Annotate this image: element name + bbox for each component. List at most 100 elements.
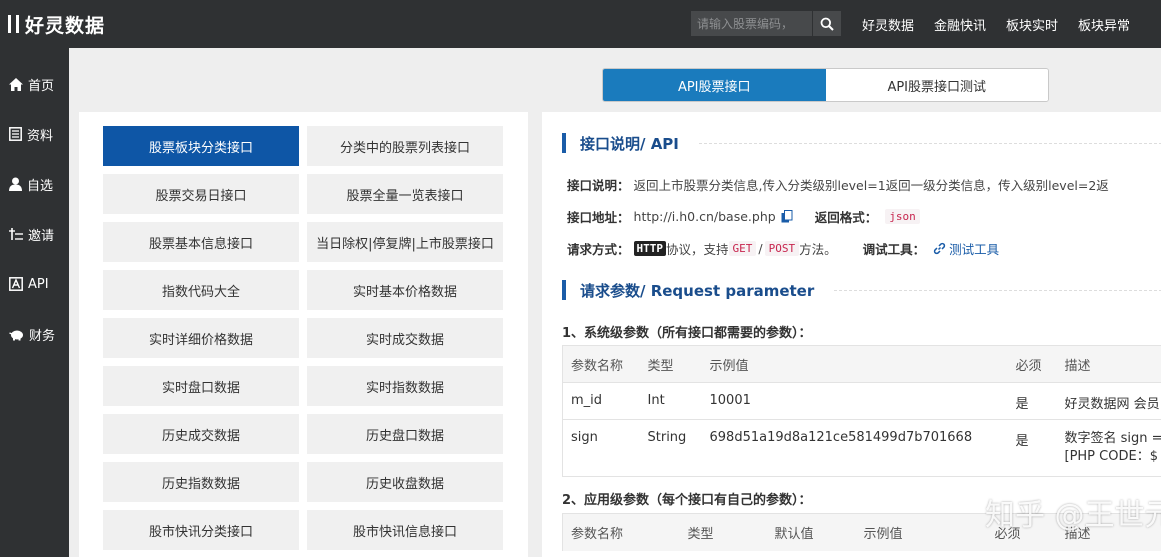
section-marker [562, 133, 566, 153]
debug-tool-link[interactable]: 测试工具 [949, 239, 999, 258]
copy-icon[interactable] [781, 210, 793, 223]
table-row: m_id Int 10001 是 好灵数据网 会员 [562, 382, 1161, 420]
api-item-full-list[interactable]: 股票全量一览表接口 [307, 174, 503, 214]
api-item-realtime-orderbook[interactable]: 实时盘口数据 [103, 366, 299, 406]
api-item-realtime-detail-price[interactable]: 实时详细价格数据 [103, 318, 299, 358]
logo-mark [8, 15, 19, 33]
api-item-category-stocks[interactable]: 分类中的股票列表接口 [307, 126, 503, 166]
addr-label: 接口地址： [567, 210, 630, 225]
api-item-sector-category[interactable]: 股票板块分类接口 [103, 126, 299, 166]
api-item-history-deals[interactable]: 历史成交数据 [103, 414, 299, 454]
param-example: 10001 [701, 382, 1008, 420]
search-input[interactable] [691, 11, 812, 36]
api-item-realtime-index[interactable]: 实时指数数据 [307, 366, 503, 406]
tab-api-stock[interactable]: API股票接口 [603, 69, 826, 101]
system-params-title: 1、系统级参数（所有接口都需要的参数）： [562, 326, 812, 341]
logo-text: 好灵数据 [25, 14, 106, 37]
app-params-title: 2、应用级参数（每个接口有自己的参数）： [562, 493, 812, 508]
document-icon [9, 127, 22, 141]
api-list-panel: 股票板块分类接口 分类中的股票列表接口 股票交易日接口 股票全量一览表接口 股票… [79, 112, 528, 557]
api-item-exrights-suspension[interactable]: 当日除权|停复牌|上市股票接口 [307, 222, 503, 262]
sidebar-item-label: 自选 [27, 178, 54, 194]
sidebar-item-finance[interactable]: 财务 [0, 309, 69, 359]
sidebar: 首页 资料 自选 邀请 API 财务 [0, 48, 69, 557]
api-item-news-category[interactable]: 股市快讯分类接口 [103, 510, 299, 550]
table-row: sign String 698d51a19d8a121ce581499d7b70… [562, 419, 1161, 477]
col-required: 必须 [1007, 345, 1057, 383]
section-title: 接口说明/ API [580, 134, 679, 153]
sidebar-item-label: 首页 [28, 78, 55, 94]
nav-haoling-data[interactable]: 好灵数据 [862, 15, 914, 34]
col-param-name: 参数名称 [562, 513, 680, 551]
sidebar-item-label: API [28, 276, 49, 292]
param-desc-line1: 数字签名 sign = [1064, 431, 1161, 446]
format-label: 返回格式： [814, 210, 878, 225]
request-method-row: 请求方式： HTTP 协议，支持 GET / POST 方法。 调试工具： 测试… [567, 239, 999, 258]
top-bar: 好灵数据 好灵数据 金融快讯 板块实时 板块异常 [0, 0, 1161, 48]
top-nav: 好灵数据 金融快讯 板块实时 板块异常 [852, 0, 1140, 48]
api-item-basic-info[interactable]: 股票基本信息接口 [103, 222, 299, 262]
sidebar-item-home[interactable]: 首页 [0, 59, 69, 109]
col-description: 描述 [1056, 345, 1161, 383]
api-item-realtime-basic-price[interactable]: 实时基本价格数据 [307, 270, 503, 310]
col-param-name: 参数名称 [562, 345, 640, 383]
system-params-table: 参数名称 类型 示例值 必须 描述 m_id Int 10001 是 好灵数据网… [562, 345, 1161, 477]
col-example: 示例值 [701, 345, 1008, 383]
sidebar-item-label: 邀请 [28, 228, 55, 244]
api-description-row: 接口说明： 返回上市股票分类信息,传入分类级别level=1返回一级分类信息，传… [567, 175, 1109, 194]
invite-icon [9, 228, 23, 240]
logo[interactable]: 好灵数据 [8, 10, 105, 38]
table-header-row: 参数名称 类型 示例值 必须 描述 [562, 345, 1161, 383]
api-item-history-close[interactable]: 历史收盘数据 [307, 462, 503, 502]
api-item-history-orderbook[interactable]: 历史盘口数据 [307, 414, 503, 454]
search-icon [820, 17, 834, 31]
api-item-history-index[interactable]: 历史指数数据 [103, 462, 299, 502]
search-button[interactable] [812, 11, 841, 36]
col-type: 类型 [679, 513, 767, 551]
param-example: 698d51a19d8a121ce581499d7b701668 [701, 419, 1008, 477]
api-list: 股票板块分类接口 分类中的股票列表接口 股票交易日接口 股票全量一览表接口 股票… [103, 126, 503, 550]
param-desc: 好灵数据网 会员 [1056, 382, 1161, 420]
http-badge: HTTP [633, 241, 667, 256]
sidebar-item-api[interactable]: API [0, 259, 69, 309]
section-api-description: 接口说明/ API [562, 132, 1161, 154]
section-request-params: 请求参数/ Request parameter [562, 279, 1161, 301]
format-value: json [885, 209, 920, 224]
search-box [691, 11, 841, 36]
param-required: 是 [1007, 419, 1057, 477]
section-marker [562, 280, 566, 300]
param-name: m_id [562, 382, 640, 420]
param-type: String [639, 419, 702, 477]
method-text-end: 方法。 [799, 242, 837, 257]
api-item-news-info[interactable]: 股市快讯信息接口 [307, 510, 503, 550]
param-required: 是 [1007, 382, 1057, 420]
section-divider [698, 142, 1161, 144]
addr-value: http://i.h0.cn/base.php [633, 209, 776, 224]
tab-api-stock-test[interactable]: API股票接口测试 [825, 69, 1048, 101]
sidebar-item-invite[interactable]: 邀请 [0, 209, 69, 259]
nav-sector-realtime[interactable]: 板块实时 [1006, 15, 1058, 34]
nav-finance-news[interactable]: 金融快讯 [934, 15, 986, 34]
col-example: 示例值 [855, 513, 987, 551]
sidebar-item-docs[interactable]: 资料 [0, 109, 69, 159]
home-icon [9, 77, 23, 91]
col-default: 默认值 [766, 513, 856, 551]
desc-text: 返回上市股票分类信息,传入分类级别level=1返回一级分类信息，传入级别lev… [633, 178, 1109, 193]
api-item-realtime-deals[interactable]: 实时成交数据 [307, 318, 503, 358]
method-get: GET [728, 241, 757, 256]
debug-label: 调试工具： [862, 242, 926, 257]
user-icon [9, 177, 22, 191]
sidebar-item-label: 财务 [29, 328, 56, 344]
param-desc: 数字签名 sign = [PHP CODE：$ [1056, 419, 1161, 477]
desc-label: 接口说明： [567, 178, 630, 193]
param-name: sign [562, 419, 640, 477]
method-text: 协议，支持 [666, 242, 729, 257]
param-desc-line2: [PHP CODE：$ [1064, 449, 1158, 464]
api-address-row: 接口地址： http://i.h0.cn/base.php 返回格式： json [567, 207, 920, 226]
sidebar-item-watchlist[interactable]: 自选 [0, 159, 69, 209]
api-item-trade-days[interactable]: 股票交易日接口 [103, 174, 299, 214]
col-type: 类型 [639, 345, 702, 383]
section-divider [834, 289, 1161, 291]
nav-sector-abnormal[interactable]: 板块异常 [1078, 15, 1130, 34]
api-item-index-codes[interactable]: 指数代码大全 [103, 270, 299, 310]
